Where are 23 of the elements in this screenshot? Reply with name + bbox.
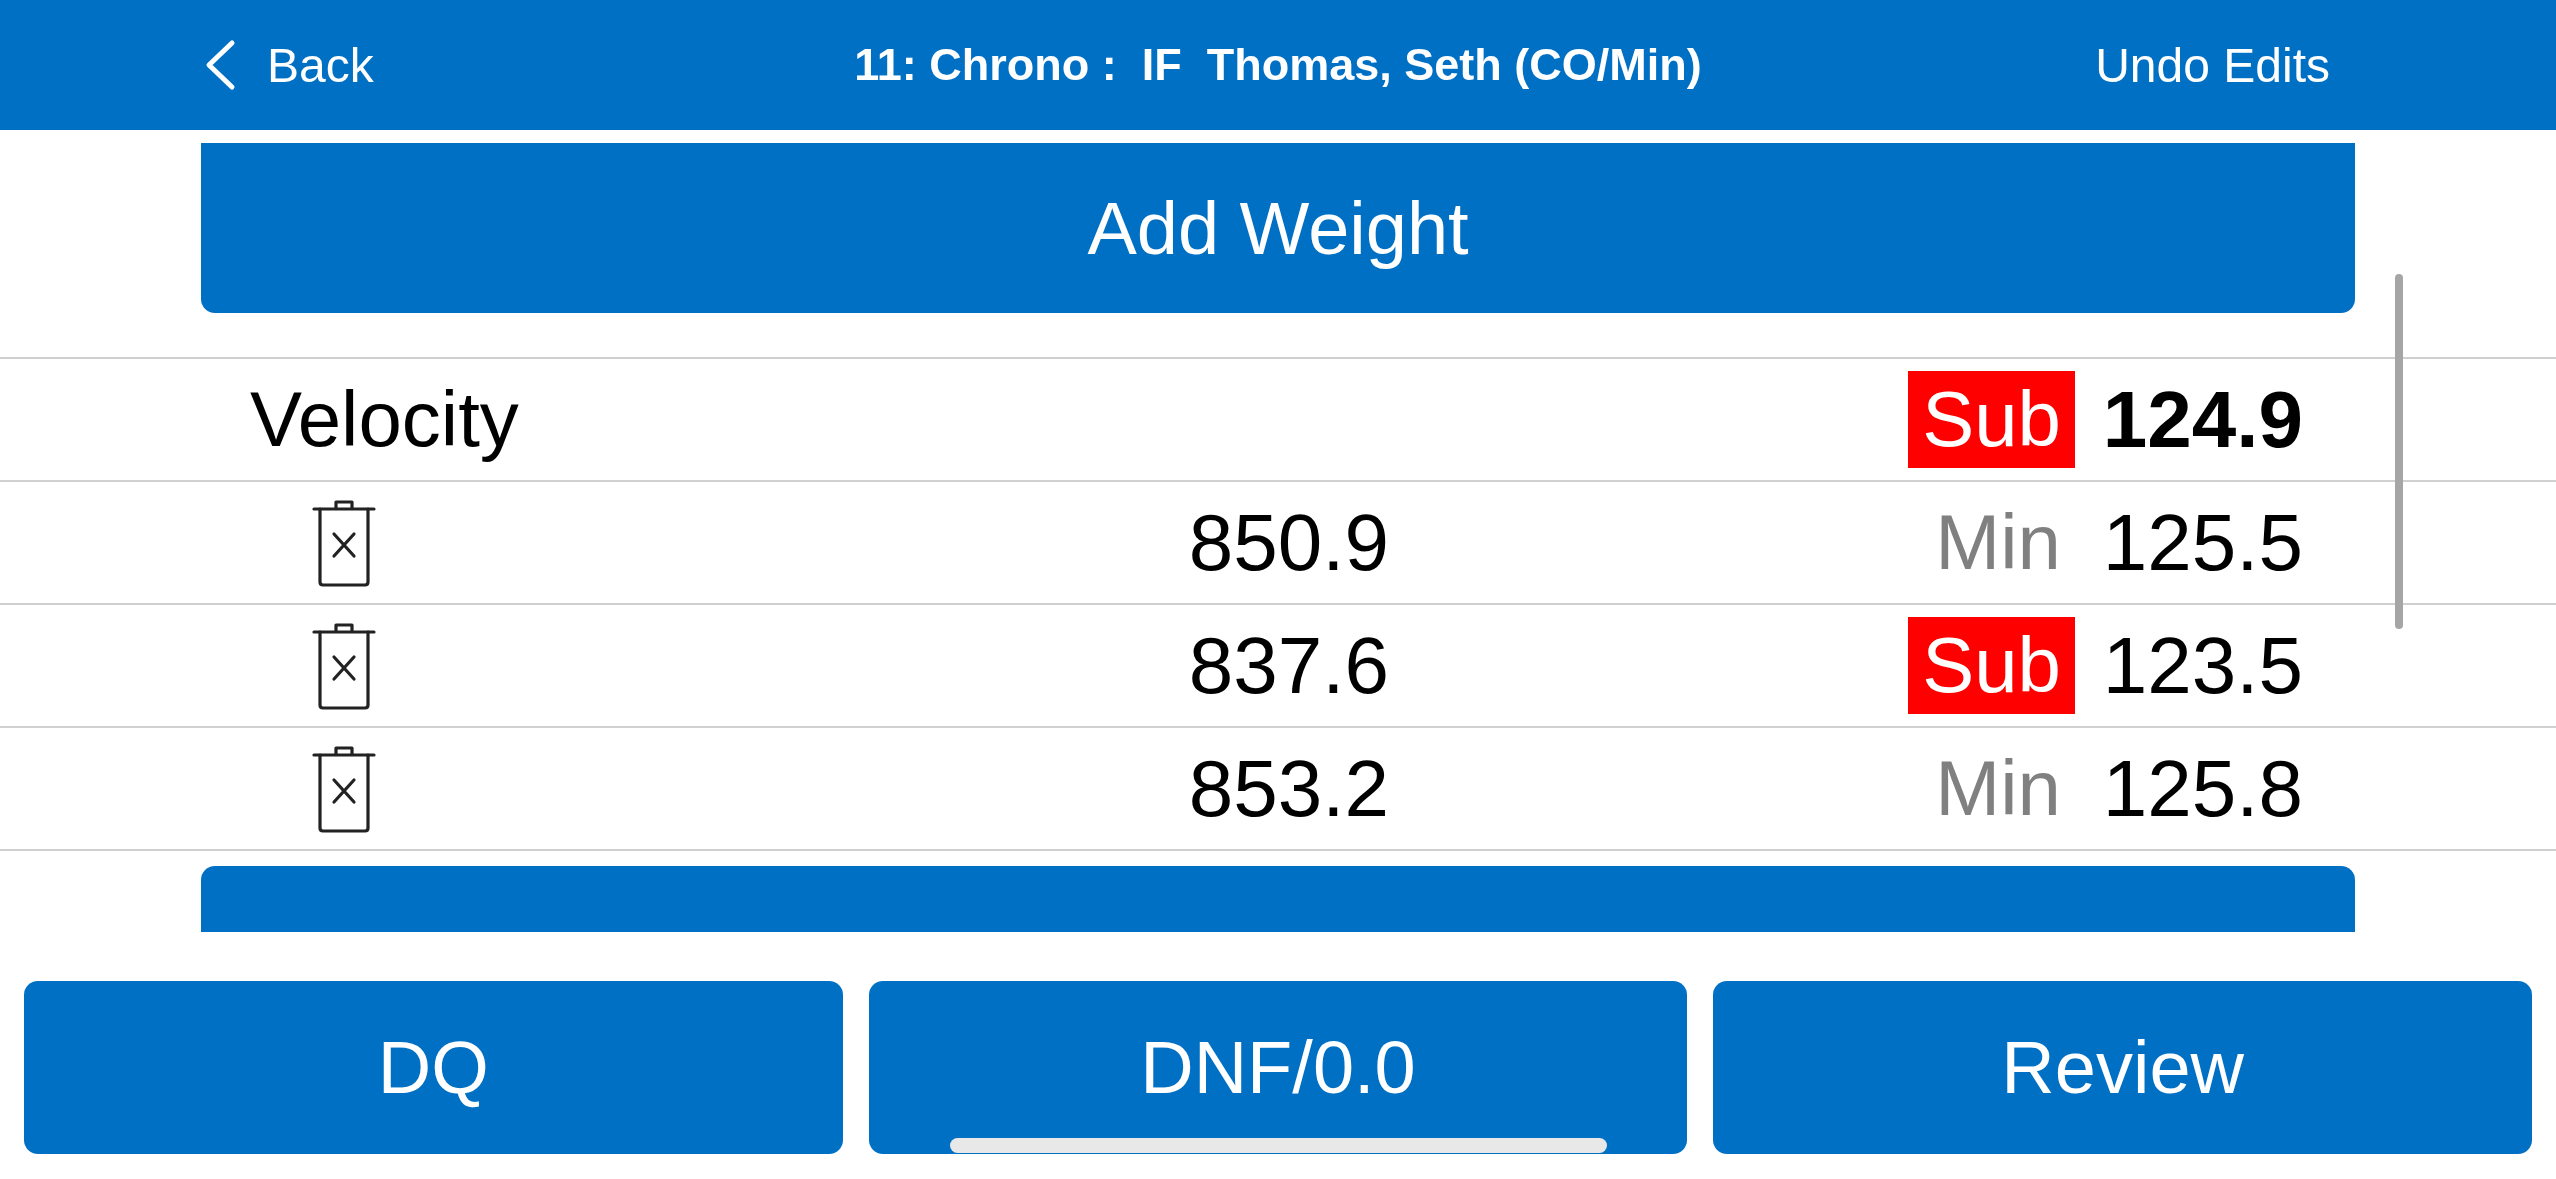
trash-icon[interactable]	[310, 497, 378, 588]
back-button[interactable]: Back	[203, 37, 374, 93]
summary-value: 124.9	[2101, 373, 2303, 466]
clipped-button[interactable]	[201, 866, 2355, 932]
status-label: Min	[1934, 743, 2062, 834]
status-badge: Sub	[1908, 371, 2075, 468]
trash-icon[interactable]	[310, 743, 378, 834]
velocity-reading: 853.2	[1187, 742, 1389, 835]
score-value: 125.8	[2101, 742, 2303, 835]
action-button[interactable]: Review	[1713, 981, 2532, 1154]
velocity-reading: 850.9	[1187, 496, 1389, 589]
undo-edits-button[interactable]: Undo Edits	[2095, 37, 2330, 93]
score-value: 125.5	[2101, 496, 2303, 589]
screen-title: 11: Chrono : IF Thomas, Seth (CO/Min)	[854, 39, 1702, 91]
status-label: Min	[1934, 497, 2062, 588]
action-button[interactable]: DQ	[24, 981, 843, 1154]
add-weight-button[interactable]: Add Weight	[201, 143, 2355, 313]
score-value: 123.5	[2101, 619, 2303, 712]
velocity-reading: 837.6	[1187, 619, 1389, 712]
section-label: Velocity	[250, 374, 519, 465]
status-badge: Sub	[1908, 617, 2075, 714]
action-button[interactable]: DNF/0.0	[868, 981, 1688, 1154]
trash-icon[interactable]	[310, 620, 378, 711]
